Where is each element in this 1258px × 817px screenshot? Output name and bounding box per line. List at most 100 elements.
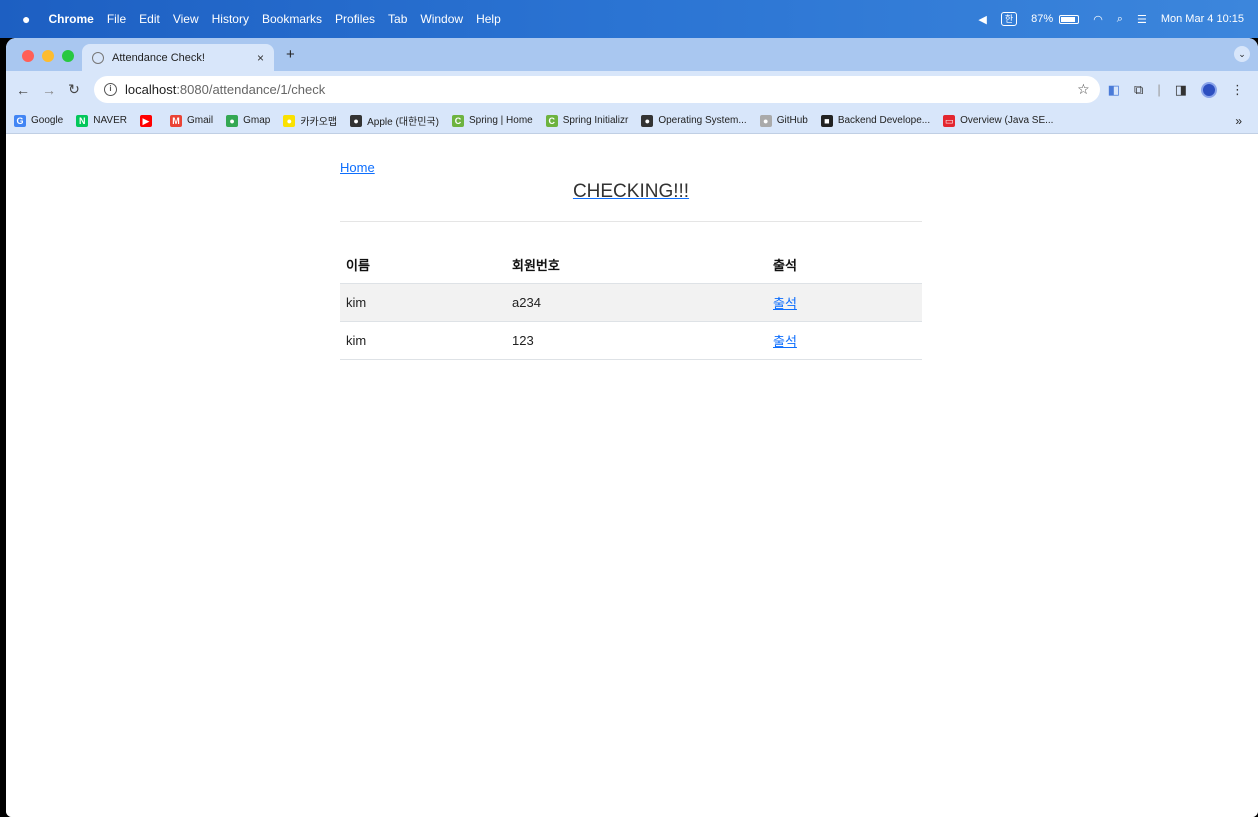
bookmark-item[interactable]: ● Gmap <box>226 114 271 127</box>
menu-app-chrome[interactable]: Chrome <box>48 12 93 26</box>
gmap-icon: ● <box>226 114 239 127</box>
apple-menu-icon[interactable]: ● <box>22 11 30 27</box>
tab-search-chevron-down-icon[interactable]: ⌄ <box>1234 46 1250 62</box>
reload-icon[interactable]: ↻ <box>68 81 80 98</box>
globe-icon: ● <box>641 114 654 127</box>
attendance-check-link[interactable]: 출석 <box>773 296 797 311</box>
bookmark-item[interactable]: ■ Backend Develope... <box>820 114 931 127</box>
bookmarks-overflow-icon[interactable]: » <box>1235 114 1242 128</box>
forward-arrow-icon[interactable]: → <box>42 82 56 98</box>
home-link[interactable]: Home <box>340 160 375 175</box>
cell-attendance: 출석 <box>767 283 922 322</box>
menubar-left: ● Chrome File Edit View History Bookmark… <box>0 11 514 27</box>
menu-view[interactable]: View <box>173 12 199 26</box>
wifi-icon[interactable]: ◠ <box>1093 13 1103 26</box>
bookmark-label: Backend Develope... <box>837 115 931 126</box>
bookmark-label: Overview (Java SE... <box>960 115 1054 126</box>
attendance-check-link[interactable]: 출석 <box>773 334 797 349</box>
bookmark-item[interactable]: ● 카카오맵 <box>283 113 337 128</box>
back-arrow-icon[interactable]: ← <box>16 82 30 98</box>
profile-avatar[interactable] <box>1201 81 1217 98</box>
battery-status[interactable]: 87% <box>1031 13 1080 25</box>
mute-icon[interactable]: ◀ <box>978 13 986 26</box>
url-host: localhost <box>125 82 177 97</box>
cell-name: kim <box>340 283 506 322</box>
side-panel-icon[interactable]: ◨ <box>1175 82 1187 98</box>
url-path: :8080/attendance/1/check <box>176 82 326 97</box>
battery-percent: 87% <box>1031 13 1054 25</box>
bookmark-item[interactable]: M Gmail <box>169 114 214 127</box>
bookmark-label: Gmail <box>186 115 214 126</box>
cell-attendance: 출석 <box>767 321 922 360</box>
naver-icon: N <box>76 114 89 127</box>
attendance-table: 이름 회원번호 출석 kim a234 출석 kim 123 출석 <box>340 246 922 360</box>
battery-fill <box>1061 16 1076 22</box>
tab-strip: Attendance Check! × + ⌄ <box>6 38 1258 71</box>
minimize-window-button[interactable] <box>42 50 54 62</box>
toolbar-extensions: ◧ ⧉ | ◨ ⋮ <box>1108 81 1248 98</box>
site-info-icon[interactable]: i <box>104 83 117 96</box>
tab-favicon-globe-icon <box>92 51 104 64</box>
header-member-no: 회원번호 <box>506 246 767 284</box>
menu-help[interactable]: Help <box>476 12 501 26</box>
bookmark-label: Spring Initializr <box>562 115 629 126</box>
menu-bookmarks[interactable]: Bookmarks <box>262 12 322 26</box>
bookmark-item[interactable]: ▶ <box>139 114 157 127</box>
menu-tab[interactable]: Tab <box>388 12 407 26</box>
apple-icon: ● <box>350 114 363 127</box>
translate-extension-icon[interactable]: ◧ <box>1108 82 1120 98</box>
macos-menubar: ● Chrome File Edit View History Bookmark… <box>0 0 1258 38</box>
menu-file[interactable]: File <box>107 12 126 26</box>
tab-attendance-check[interactable]: Attendance Check! × <box>82 44 274 71</box>
bookmark-star-icon[interactable]: ☆ <box>1077 81 1090 98</box>
new-tab-button[interactable]: + <box>286 46 295 63</box>
close-window-button[interactable] <box>22 50 34 62</box>
github-icon: ● <box>759 114 772 127</box>
bookmark-item[interactable]: G Google <box>14 114 64 127</box>
backend-icon: ■ <box>820 114 833 127</box>
bookmarks-bar: G Google N NAVER ▶ M Gmail ● Gmap ● 카카오맵 ● Apple (대한… <box>6 108 1258 134</box>
cell-member-no: 123 <box>506 321 767 360</box>
bookmark-item[interactable]: N NAVER <box>76 114 127 127</box>
bookmark-label: Google <box>31 115 64 126</box>
bookmark-item[interactable]: ● Apple (대한민국) <box>350 113 439 128</box>
address-bar[interactable]: i localhost:8080/attendance/1/check ☆ <box>94 76 1100 103</box>
bookmark-item[interactable]: ● Operating System... <box>641 114 747 127</box>
spotlight-search-icon[interactable]: ⌕ <box>1117 13 1123 26</box>
table-header-row: 이름 회원번호 출석 <box>340 246 922 284</box>
bookmark-label: Gmap <box>243 115 271 126</box>
chrome-menu-icon[interactable]: ⋮ <box>1231 82 1244 98</box>
kakaomap-icon: ● <box>283 114 296 127</box>
cell-name: kim <box>340 321 506 360</box>
page-container: Home CHECKING!!! 이름 회원번호 출석 kim a234 출석 <box>340 159 922 360</box>
menu-window[interactable]: Window <box>420 12 463 26</box>
maximize-window-button[interactable] <box>62 50 74 62</box>
window-controls <box>22 50 74 62</box>
menu-profiles[interactable]: Profiles <box>335 12 375 26</box>
bookmark-label: Apple (대한민국) <box>367 117 439 128</box>
header-attendance: 출석 <box>767 246 922 284</box>
tab-close-icon[interactable]: × <box>257 51 264 65</box>
oracle-icon: ▭ <box>943 114 956 127</box>
menubar-clock[interactable]: Mon Mar 4 10:15 <box>1161 13 1244 25</box>
divider <box>340 221 922 222</box>
extensions-puzzle-icon[interactable]: ⧉ <box>1134 82 1143 98</box>
bookmark-item[interactable]: ▭ Overview (Java SE... <box>943 114 1054 127</box>
menu-edit[interactable]: Edit <box>139 12 160 26</box>
menubar-status: ◀ 한 87% ◠ ⌕ ☰ Mon Mar 4 10:15 <box>978 12 1258 26</box>
tab-title: Attendance Check! <box>112 51 205 64</box>
menu-history[interactable]: History <box>212 12 249 26</box>
battery-icon <box>1059 14 1080 24</box>
cell-member-no: a234 <box>506 283 767 322</box>
bookmark-item[interactable]: ● GitHub <box>759 114 808 127</box>
spring-icon: C <box>451 114 464 127</box>
control-center-icon[interactable]: ☰ <box>1137 13 1147 26</box>
bookmark-item[interactable]: C Spring | Home <box>451 114 533 127</box>
input-source-indicator[interactable]: 한 <box>1000 12 1018 26</box>
bookmark-label: Operating System... <box>658 115 747 126</box>
bookmark-item[interactable]: C Spring Initializr <box>545 114 629 127</box>
spring-icon: C <box>545 114 558 127</box>
bookmark-label: 카카오맵 <box>300 117 338 128</box>
table-row: kim 123 출석 <box>340 321 922 360</box>
page-title: CHECKING!!! <box>572 181 690 202</box>
